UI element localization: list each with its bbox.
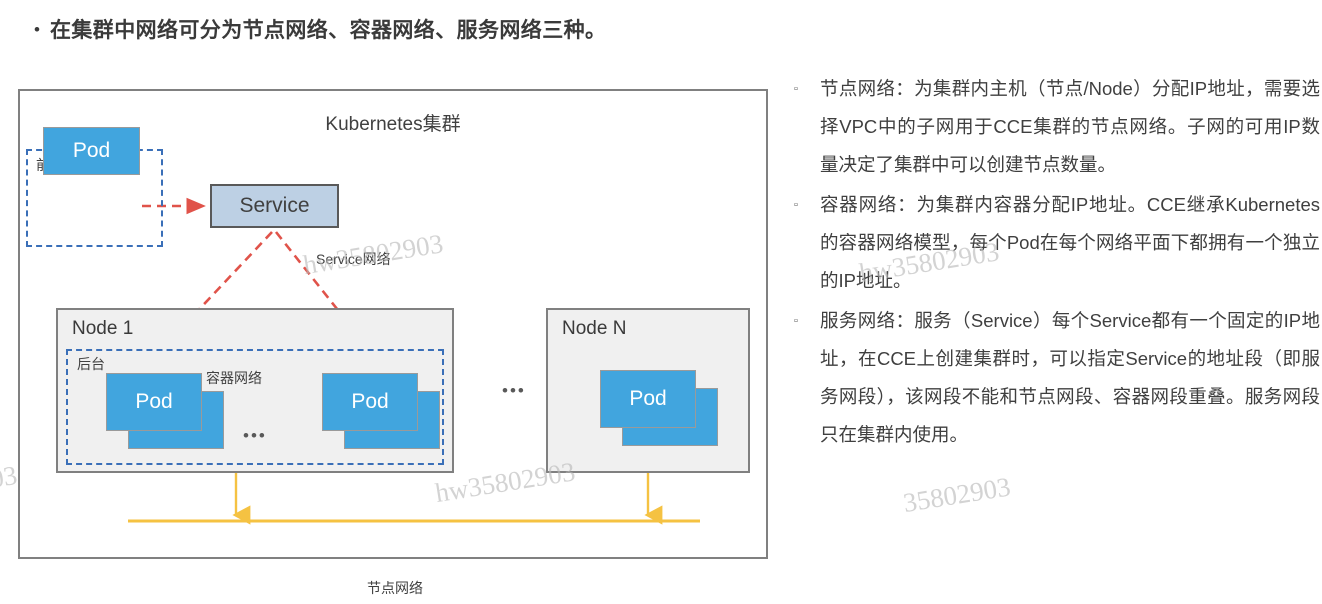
service-label: Service xyxy=(239,194,310,217)
headline-text: 在集群中网络可分为节点网络、容器网络、服务网络三种。 xyxy=(50,19,607,42)
kubernetes-cluster-diagram: Kubernetes集群 Service --> left backend Po… xyxy=(18,89,768,596)
network-types-list: ▫ 节点网络：为集群内主机（节点/Node）分配IP地址，需要选择VPC中的子网… xyxy=(786,70,1320,456)
node-box-node1: Node 1 后台 容器网络 Pod Pod ••• xyxy=(56,308,454,473)
pod-stack-nodeN: Pod xyxy=(600,370,720,448)
node1-title: Node 1 xyxy=(72,318,134,339)
watermark: 2903 xyxy=(0,459,20,499)
pod-node1-right: Pod xyxy=(322,373,418,431)
list-item-text: 节点网络：为集群内主机（节点/Node）分配IP地址，需要选择VPC中的子网用于… xyxy=(820,78,1320,175)
bullet-glyph: • xyxy=(34,19,40,39)
list-item-text: 服务网络：服务（Service）每个Service都有一个固定的IP地址，在CC… xyxy=(820,310,1320,445)
pod-node1-left: Pod xyxy=(106,373,202,431)
pods-ellipsis: ••• xyxy=(243,426,267,445)
pod-label: Pod xyxy=(351,390,389,413)
list-marker-icon: ▫ xyxy=(794,199,798,211)
nodeN-title: Node N xyxy=(562,318,627,339)
headline-bullet-line: • 在集群中网络可分为节点网络、容器网络、服务网络三种。 xyxy=(0,6,790,52)
list-item: ▫ 容器网络：为集群内容器分配IP地址。CCE继承Kubernetes的容器网络… xyxy=(786,186,1320,300)
pod-stack-node1-left: Pod xyxy=(106,373,226,451)
service-network-label: Service网络 xyxy=(316,251,391,267)
list-item: ▫ 服务网络：服务（Service）每个Service都有一个固定的IP地址，在… xyxy=(786,302,1320,454)
node-box-nodeN: Node N Pod xyxy=(546,308,750,473)
service-box: Service xyxy=(210,184,339,228)
node-network-label: 节点网络 xyxy=(367,580,423,596)
list-item: ▫ 节点网络：为集群内主机（节点/Node）分配IP地址，需要选择VPC中的子网… xyxy=(786,70,1320,184)
pod-label: Pod xyxy=(629,387,667,410)
pod-frontend: Pod xyxy=(43,127,140,175)
pod-label: Pod xyxy=(135,390,173,413)
pod-label: Pod xyxy=(72,139,111,162)
list-marker-icon: ▫ xyxy=(794,315,798,327)
pod-stack-node1-right: Pod xyxy=(322,373,442,451)
nodes-ellipsis: ••• xyxy=(502,381,526,400)
pod-nodeN: Pod xyxy=(600,370,696,428)
list-marker-icon: ▫ xyxy=(794,83,798,95)
watermark: 35802903 xyxy=(901,471,1013,519)
list-item-text: 容器网络：为集群内容器分配IP地址。CCE继承Kubernetes的容器网络模型… xyxy=(820,194,1320,291)
backend-group-label: 后台 xyxy=(77,356,105,372)
